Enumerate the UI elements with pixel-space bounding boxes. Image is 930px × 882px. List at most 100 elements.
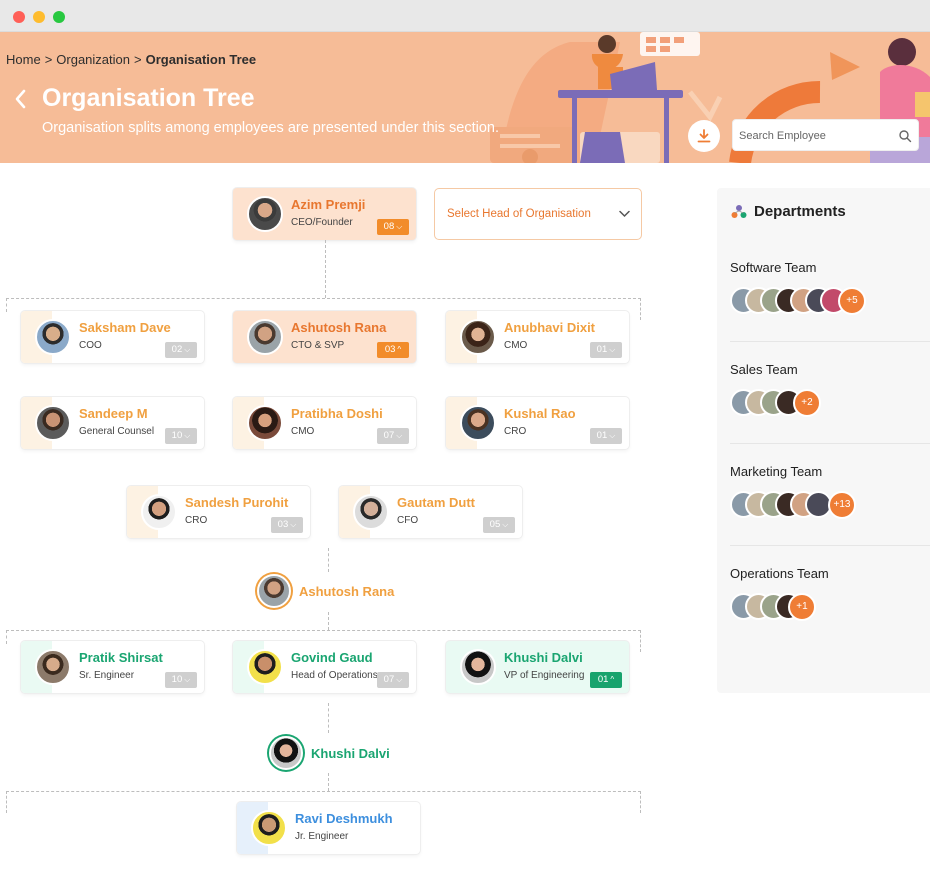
employee-role: CMO <box>504 340 528 351</box>
employee-card[interactable]: Pratik Shirsat Sr. Engineer 10 ⌵ <box>21 641 204 693</box>
avatar <box>35 319 71 355</box>
download-button[interactable] <box>688 120 720 152</box>
subordinate-count-toggle[interactable]: 07 ⌵ <box>377 672 409 688</box>
chevron-down-icon: ⌵ <box>290 520 297 529</box>
subordinate-count-toggle[interactable]: 01 ^ <box>590 672 622 688</box>
employee-name: Ashutosh Rana <box>291 320 387 335</box>
subordinate-count-toggle[interactable]: 03 ^ <box>377 342 409 358</box>
subordinate-count: 02 <box>171 344 183 355</box>
subordinate-count-toggle[interactable]: 01 ⌵ <box>590 428 622 444</box>
more-members-badge[interactable]: +2 <box>793 389 821 417</box>
employee-card[interactable]: Gautam Dutt CFO 05 ⌵ <box>339 486 522 538</box>
avatar <box>257 574 291 608</box>
avatar <box>247 649 283 685</box>
avatar <box>460 319 496 355</box>
subordinate-count-toggle[interactable]: 07 ⌵ <box>377 428 409 444</box>
employee-role: CEO/Founder <box>291 217 353 228</box>
departments-panel: Departments Software Team +5 Sales Team <box>717 188 930 693</box>
department-name: Operations Team <box>730 566 829 581</box>
chevron-down-icon: ⌵ <box>609 431 616 440</box>
head-of-organisation-select[interactable]: Select Head of Organisation <box>434 188 642 240</box>
avatar <box>460 405 496 441</box>
avatar <box>269 736 303 770</box>
expanded-node-khushi-dalvi[interactable]: Khushi Dalvi <box>267 734 390 772</box>
employee-name: Saksham Dave <box>79 320 171 335</box>
employee-card[interactable]: Ashutosh Rana CTO & SVP 03 ^ <box>233 311 416 363</box>
search-icon[interactable] <box>898 129 912 143</box>
subordinate-count: 01 <box>596 344 608 355</box>
more-members-badge[interactable]: +5 <box>838 287 866 315</box>
avatar <box>247 196 283 232</box>
avatar-ring <box>267 734 305 772</box>
close-window-button[interactable] <box>13 11 25 23</box>
more-members-badge[interactable]: +1 <box>788 593 816 621</box>
chevron-down-icon: ⌵ <box>396 675 403 684</box>
employee-name: Sandeep M <box>79 406 148 421</box>
breadcrumb-separator: > <box>44 52 53 67</box>
employee-card[interactable]: Kushal Rao CRO 01 ⌵ <box>446 397 629 449</box>
back-chevron-icon <box>15 89 26 109</box>
chevron-down-icon: ⌵ <box>184 675 191 684</box>
employee-card[interactable]: Anubhavi Dixit CMO 01 ⌵ <box>446 311 629 363</box>
employee-card[interactable]: Sandesh Purohit CRO 03 ⌵ <box>127 486 310 538</box>
ceo-card[interactable]: Azim Premji CEO/Founder 08 ⌵ <box>233 188 416 240</box>
select-label: Select Head of Organisation <box>447 208 591 220</box>
subordinate-count-toggle[interactable]: 08 ⌵ <box>377 219 409 235</box>
avatar <box>460 649 496 685</box>
subordinate-count: 01 <box>597 674 609 685</box>
departments-title: Departments <box>731 203 846 220</box>
avatar <box>247 405 283 441</box>
subordinate-count-toggle[interactable]: 10 ⌵ <box>165 672 197 688</box>
subordinate-count: 07 <box>383 674 395 685</box>
avatar <box>251 810 287 846</box>
employee-card[interactable]: Saksham Dave COO 02 ⌵ <box>21 311 204 363</box>
maximize-window-button[interactable] <box>53 11 65 23</box>
employee-name: Azim Premji <box>291 197 366 212</box>
departments-title-text: Departments <box>754 203 846 220</box>
employee-role: Sr. Engineer <box>79 670 135 681</box>
expanded-node-ashutosh-rana[interactable]: Ashutosh Rana <box>255 572 394 610</box>
employee-name: Ravi Deshmukh <box>295 811 393 826</box>
breadcrumb-organization[interactable]: Organization <box>56 52 130 67</box>
employee-name: Pratik Shirsat <box>79 650 163 665</box>
department-name: Sales Team <box>730 362 798 377</box>
avatar <box>35 405 71 441</box>
avatar-stack: +5 <box>730 287 930 315</box>
subordinate-count-toggle[interactable]: 02 ⌵ <box>165 342 197 358</box>
tree-connector <box>640 791 641 813</box>
avatar-ring <box>255 572 293 610</box>
subordinate-count-toggle[interactable]: 05 ⌵ <box>483 517 515 533</box>
node-name: Khushi Dalvi <box>311 745 390 761</box>
divider <box>730 341 930 342</box>
tree-connector <box>328 548 329 572</box>
avatar-stack: +2 <box>730 389 930 417</box>
employee-role: CMO <box>291 426 315 437</box>
search-input[interactable] <box>739 127 889 145</box>
download-icon <box>697 129 711 143</box>
subordinate-count-toggle[interactable]: 10 ⌵ <box>165 428 197 444</box>
breadcrumb-separator: > <box>134 52 142 67</box>
subordinate-count-toggle[interactable]: 01 ⌵ <box>590 342 622 358</box>
employee-card[interactable]: Khushi Dalvi VP of Engineering 01 ^ <box>446 641 629 693</box>
breadcrumb-current: Organisation Tree <box>145 52 257 67</box>
breadcrumb-home[interactable]: Home <box>6 52 41 67</box>
employee-role: CFO <box>397 515 419 526</box>
minimize-window-button[interactable] <box>33 11 45 23</box>
subordinate-count: 03 <box>384 344 396 355</box>
page-header: Home > Organization > Organisation Tree Orga… <box>0 32 930 163</box>
employee-name: Govind Gaud <box>291 650 373 665</box>
employee-card[interactable]: Ravi Deshmukh Jr. Engineer <box>237 802 420 854</box>
avatar <box>35 649 71 685</box>
back-button[interactable] <box>12 88 30 110</box>
chevron-down-icon: ⌵ <box>502 520 509 529</box>
chevron-down-icon: ⌵ <box>184 345 191 354</box>
more-members-badge[interactable]: +13 <box>828 491 856 519</box>
tree-connector <box>328 703 329 733</box>
subordinate-count: 03 <box>277 519 289 530</box>
subordinate-count-toggle[interactable]: 03 ⌵ <box>271 517 303 533</box>
employee-card[interactable]: Govind Gaud Head of Operations 07 ⌵ <box>233 641 416 693</box>
tree-connector <box>6 298 7 312</box>
employee-card[interactable]: Sandeep M General Counsel 10 ⌵ <box>21 397 204 449</box>
employee-name: Anubhavi Dixit <box>504 320 596 335</box>
employee-card[interactable]: Pratibha Doshi CMO 07 ⌵ <box>233 397 416 449</box>
